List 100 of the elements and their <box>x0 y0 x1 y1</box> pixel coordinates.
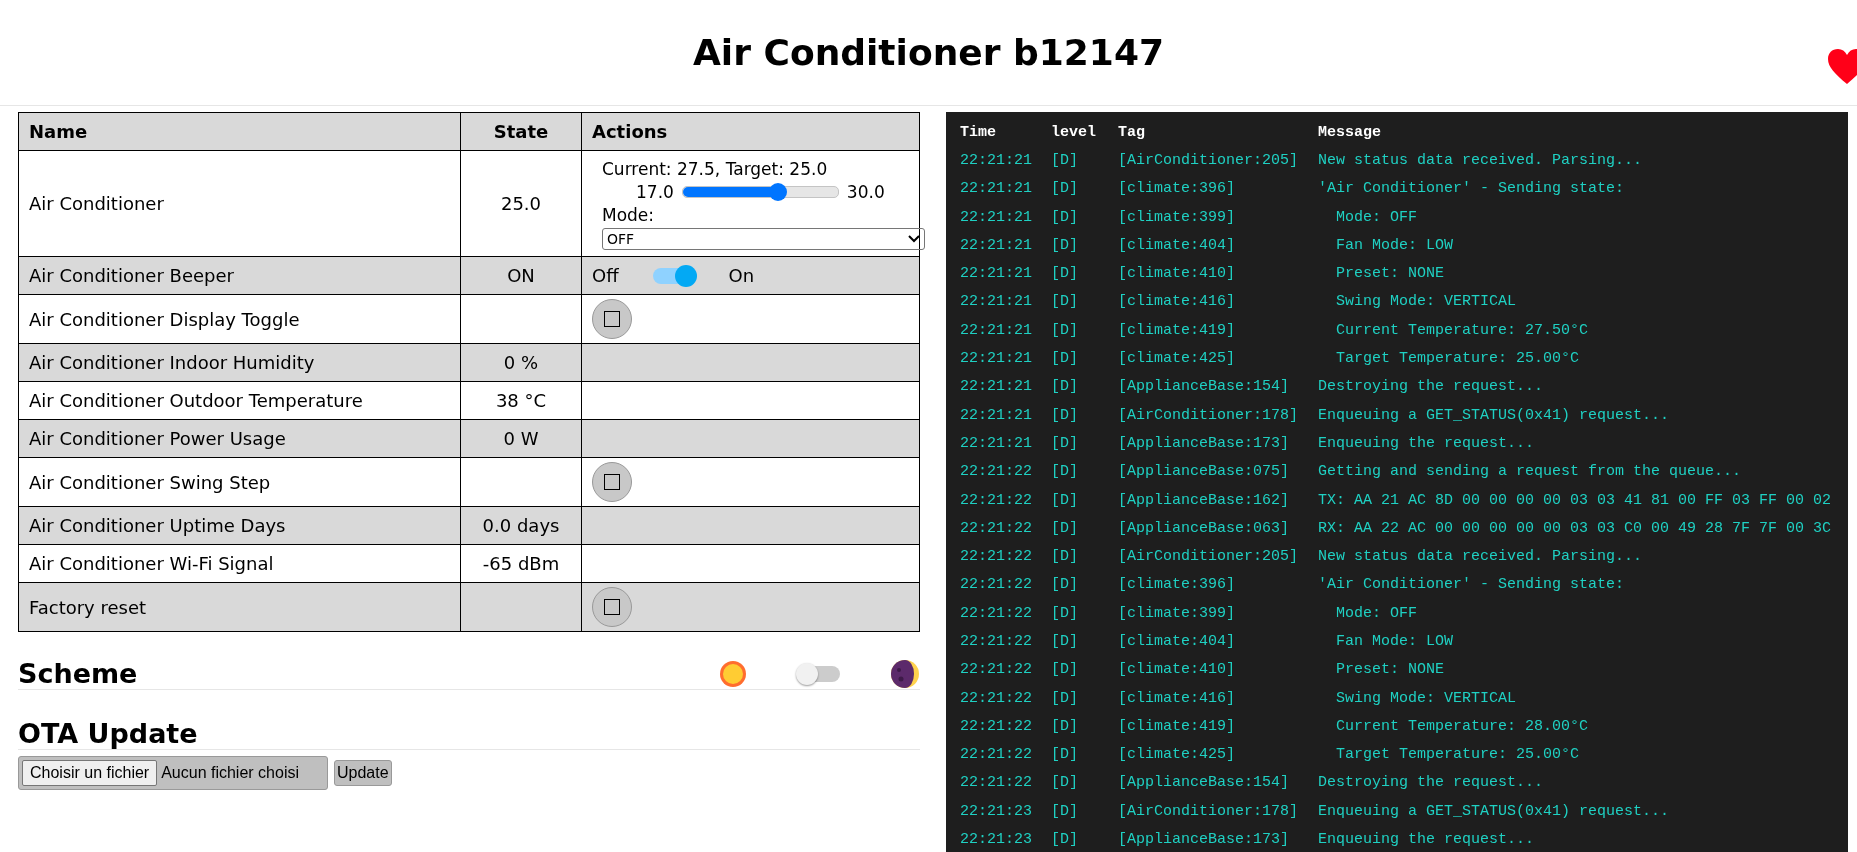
log-message: Preset: NONE <box>1335 661 1446 679</box>
log-time: 22:21:21 <box>960 321 1033 339</box>
log-message: Target Temperature: 25.00°C <box>1335 746 1581 764</box>
log-level: [D] <box>1051 236 1079 254</box>
log-message: Enqueuing a GET_STATUS(0x41) request... <box>1318 406 1671 424</box>
log-level: [D] <box>1051 491 1079 509</box>
log-time: 22:21:22 <box>960 519 1033 537</box>
log-tag: [climate:404] <box>1118 633 1318 650</box>
entity-name: Factory reset <box>18 582 461 632</box>
toggle-switch[interactable] <box>652 267 695 284</box>
section-heading: Scheme <box>18 658 138 689</box>
log-tag: [climate:416] <box>1118 689 1318 707</box>
on-label: On <box>728 265 755 286</box>
off-label: Off <box>592 265 619 286</box>
log-time: 22:21:22 <box>960 548 1033 566</box>
log-tag: [climate:404] <box>1118 236 1318 254</box>
log-time: 22:21:21 <box>960 293 1033 311</box>
entity-state: 0 W <box>460 419 582 458</box>
log-column-header: Message <box>1318 123 1382 141</box>
log-level: [D] <box>1051 633 1079 650</box>
log-tag: [AirConditioner:178] <box>1118 406 1318 424</box>
moon-icon <box>890 658 920 689</box>
press-button[interactable] <box>592 299 632 339</box>
entity-state: 0.0 days <box>460 506 582 545</box>
log-tag: [ApplianceBase:173] <box>1118 434 1318 452</box>
log-message: Enqueuing the request... <box>1318 831 1536 849</box>
log-column-header: Tag <box>1118 123 1146 141</box>
log-message: Enqueuing a GET_STATUS(0x41) request... <box>1318 802 1671 820</box>
entity-name: Air Conditioner <box>18 150 461 257</box>
log-level: [D] <box>1051 831 1079 849</box>
file-input[interactable]: Choisir un fichier Aucun fichier choisi <box>18 756 328 790</box>
log-level: [D] <box>1051 434 1079 452</box>
entity-state: -65 dBm <box>460 544 582 583</box>
log-tag: [AirConditioner:178] <box>1118 802 1318 820</box>
log-message: 'Air Conditioner' - Sending state: <box>1318 180 1626 198</box>
log-time: 22:21:21 <box>960 151 1033 169</box>
log-tag: [climate:410] <box>1118 265 1318 283</box>
log-level: [D] <box>1051 689 1079 707</box>
log-level: [D] <box>1051 661 1079 679</box>
entity-state: 25.0 <box>460 150 582 257</box>
log-tag: [climate:425] <box>1118 350 1318 367</box>
entity-state: 0 % <box>460 343 582 382</box>
log-level: [D] <box>1051 717 1079 735</box>
log-time: 22:21:22 <box>960 689 1033 707</box>
log-level: [D] <box>1051 576 1079 594</box>
mode-dropdown[interactable]: OFF <box>602 228 925 250</box>
log-level: [D] <box>1051 604 1079 622</box>
log-tag: [climate:416] <box>1118 293 1318 311</box>
mode-label: Mode: <box>602 205 656 225</box>
log-message: Destroying the request... <box>1318 774 1545 792</box>
log-time: 22:21:21 <box>960 180 1033 198</box>
log-time: 22:21:21 <box>960 350 1033 367</box>
entity-name: Air Conditioner Indoor Humidity <box>18 343 461 382</box>
log-message: Mode: OFF <box>1335 208 1419 226</box>
log-tag: [AirConditioner:205] <box>1118 151 1318 169</box>
log-level: [D] <box>1051 265 1079 283</box>
entity-name: Air Conditioner Wi-Fi Signal <box>18 544 461 583</box>
log-time: 22:21:22 <box>960 491 1033 509</box>
log-tag: [AirConditioner:205] <box>1118 548 1318 566</box>
log-time: 22:21:22 <box>960 717 1033 735</box>
slider-min-label: 17.0 <box>636 182 674 202</box>
log-time: 22:21:21 <box>960 434 1033 452</box>
log-time: 22:21:21 <box>960 236 1033 254</box>
theme-toggle[interactable] <box>798 665 840 682</box>
update-button[interactable]: Update <box>334 760 392 786</box>
entity-name: Air Conditioner Power Usage <box>18 419 461 458</box>
temperature-readout: Current: 27.5, Target: 25.0 <box>602 159 829 179</box>
log-time: 22:21:22 <box>960 774 1033 792</box>
entity-name: Air Conditioner Uptime Days <box>18 506 461 545</box>
log-tag: [ApplianceBase:154] <box>1118 378 1318 396</box>
log-time: 22:21:21 <box>960 378 1033 396</box>
log-level: [D] <box>1051 463 1079 481</box>
log-level: [D] <box>1051 321 1079 339</box>
press-button[interactable] <box>592 462 632 502</box>
log-tag: [climate:425] <box>1118 746 1318 764</box>
log-time: 22:21:21 <box>960 208 1033 226</box>
press-button[interactable] <box>592 587 632 627</box>
log-message: Current Temperature: 27.50°C <box>1335 321 1590 339</box>
log-time: 22:21:22 <box>960 661 1033 679</box>
log-time: 22:21:23 <box>960 802 1033 820</box>
log-message: Enqueuing the request... <box>1318 434 1536 452</box>
log-level: [D] <box>1051 208 1079 226</box>
log-time: 22:21:22 <box>960 604 1033 622</box>
entity-state: ON <box>460 256 582 295</box>
log-level: [D] <box>1051 802 1079 820</box>
entity-name: Air Conditioner Outdoor Temperature <box>18 381 461 420</box>
log-tag: [ApplianceBase:075] <box>1118 463 1318 481</box>
log-message: Target Temperature: 25.00°C <box>1335 350 1581 367</box>
log-message: RX: AA 22 AC 00 00 00 00 00 03 03 C0 00 49 28 7F 7F 00 3C <box>1318 519 1833 537</box>
page-title: Air Conditioner b12147 <box>693 32 1164 73</box>
temperature-slider[interactable] <box>681 186 839 198</box>
log-message: Getting and sending a request from the queue... <box>1318 463 1743 481</box>
entity-name: Air Conditioner Beeper <box>18 256 461 295</box>
log-level: [D] <box>1051 293 1079 311</box>
log-message: New status data received. Parsing... <box>1318 151 1644 169</box>
log-tag: [ApplianceBase:173] <box>1118 831 1318 849</box>
log-tag: [climate:419] <box>1118 321 1318 339</box>
log-tag: [climate:396] <box>1118 180 1318 198</box>
log-message: New status data received. Parsing... <box>1318 548 1644 566</box>
log-column-header: Time <box>960 123 997 141</box>
